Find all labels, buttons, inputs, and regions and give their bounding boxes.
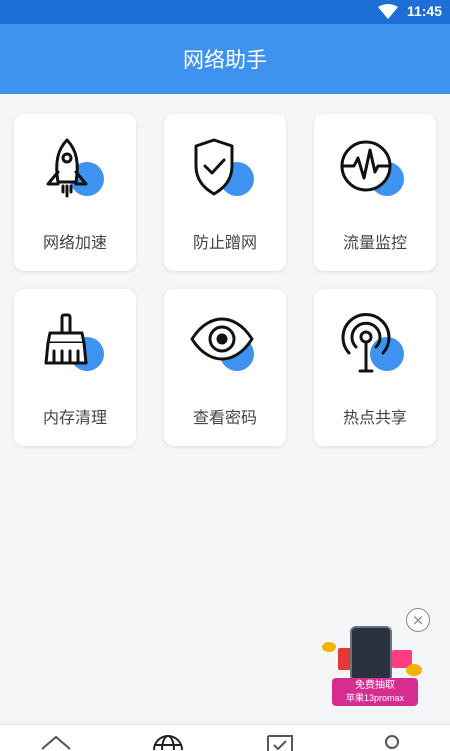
hotspot-icon <box>340 311 410 377</box>
bottom-nav <box>0 724 450 751</box>
status-bar: 11:45 <box>0 0 450 24</box>
ad-close-button[interactable]: × <box>406 608 430 632</box>
feature-label: 流量监控 <box>342 233 407 252</box>
app-header: 网络助手 <box>0 24 450 94</box>
globe-icon[interactable] <box>152 733 184 751</box>
broom-icon <box>40 311 110 377</box>
phone-graphic <box>350 626 392 682</box>
user-icon[interactable] <box>382 733 402 751</box>
feature-label: 内存清理 <box>42 408 107 427</box>
floating-ad[interactable]: × 免费抽取 苹果13promax <box>318 606 432 706</box>
feature-card-hotspot-share[interactable]: 热点共享 <box>314 289 436 446</box>
feature-card-anti-leech[interactable]: 防止蹭网 <box>164 114 286 271</box>
shield-check-icon <box>190 136 260 202</box>
feature-label: 查看密码 <box>192 408 257 427</box>
coin-graphic <box>322 642 336 652</box>
rocket-icon <box>40 136 110 202</box>
shield-icon[interactable] <box>266 733 294 751</box>
feature-label: 网络加速 <box>42 233 107 252</box>
feature-card-network-boost[interactable]: 网络加速 <box>14 114 136 271</box>
feature-label: 热点共享 <box>342 408 407 427</box>
ad-banner[interactable]: 免费抽取 苹果13promax <box>332 678 418 706</box>
pulse-monitor-icon <box>340 136 410 202</box>
wifi-icon <box>378 4 398 19</box>
page-title: 网络助手 <box>183 48 267 72</box>
ad-line-1: 免费抽取 <box>355 680 395 691</box>
ad-line-2: 苹果13promax <box>345 693 405 703</box>
feature-card-memory-clean[interactable]: 内存清理 <box>14 289 136 446</box>
coin-graphic <box>406 664 422 676</box>
feature-card-traffic-monitor[interactable]: 流量监控 <box>314 114 436 271</box>
feature-label: 防止蹭网 <box>192 233 257 252</box>
feature-card-view-password[interactable]: 查看密码 <box>164 289 286 446</box>
status-time: 11:45 <box>406 3 442 19</box>
home-icon[interactable] <box>40 733 72 751</box>
eye-icon <box>190 311 260 377</box>
